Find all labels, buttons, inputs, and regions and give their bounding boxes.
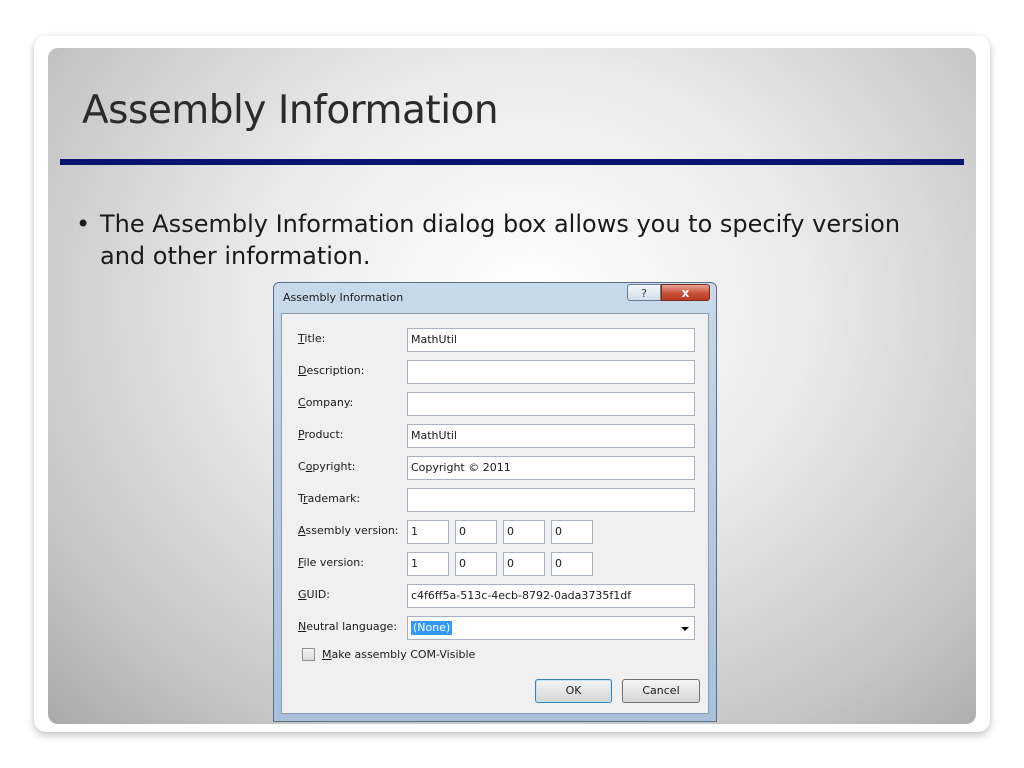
help-button[interactable]: ? [627, 284, 661, 301]
close-icon: x [681, 286, 690, 300]
assembly-version-label: Assembly version: [298, 524, 399, 537]
file-version-minor[interactable]: 0 [455, 552, 497, 576]
assembly-version-major[interactable]: 1 [407, 520, 449, 544]
assembly-version-build[interactable]: 0 [503, 520, 545, 544]
title-input[interactable]: MathUtil [407, 328, 695, 352]
assembly-version-revision[interactable]: 0 [551, 520, 593, 544]
slide-title: Assembly Information [82, 88, 499, 133]
com-visible-label[interactable]: Make assembly COM-Visible [322, 648, 475, 661]
bullet-text: The Assembly Information dialog box allo… [100, 210, 901, 270]
description-label: Description: [298, 364, 365, 377]
neutral-language-value: (None) [411, 621, 453, 635]
product-label: Product: [298, 428, 344, 441]
trademark-label: Trademark: [298, 492, 361, 505]
file-version-major[interactable]: 1 [407, 552, 449, 576]
dialog-title: Assembly Information [283, 291, 404, 304]
ok-button[interactable]: OK [535, 679, 612, 703]
copyright-label: Copyright: [298, 460, 356, 473]
bullet-point: • The Assembly Information dialog box al… [76, 208, 916, 272]
chevron-down-icon[interactable] [681, 627, 689, 631]
trademark-input[interactable] [407, 488, 695, 512]
assembly-information-dialog: Assembly Information ? x Title: MathUtil… [273, 282, 717, 722]
bullet-marker: • [76, 210, 91, 238]
description-input[interactable] [407, 360, 695, 384]
title-rule [60, 159, 964, 165]
company-label: Company: [298, 396, 354, 409]
question-icon: ? [641, 287, 647, 300]
file-version-label: File version: [298, 556, 364, 569]
copyright-input[interactable]: Copyright © 2011 [407, 456, 695, 480]
cancel-button[interactable]: Cancel [622, 679, 700, 703]
title-label: Title: [298, 332, 326, 345]
company-input[interactable] [407, 392, 695, 416]
dialog-client-area: Title: MathUtil Description: Company: Pr… [281, 313, 709, 714]
assembly-version-minor[interactable]: 0 [455, 520, 497, 544]
com-visible-checkbox[interactable] [302, 648, 315, 661]
neutral-language-label: Neutral language: [298, 620, 398, 633]
guid-label: GUID: [298, 588, 331, 601]
guid-input[interactable]: c4f6ff5a-513c-4ecb-8792-0ada3735f1df [407, 584, 695, 608]
file-version-revision[interactable]: 0 [551, 552, 593, 576]
product-input[interactable]: MathUtil [407, 424, 695, 448]
file-version-build[interactable]: 0 [503, 552, 545, 576]
neutral-language-select[interactable]: (None) [407, 616, 695, 640]
close-button[interactable]: x [661, 284, 710, 301]
